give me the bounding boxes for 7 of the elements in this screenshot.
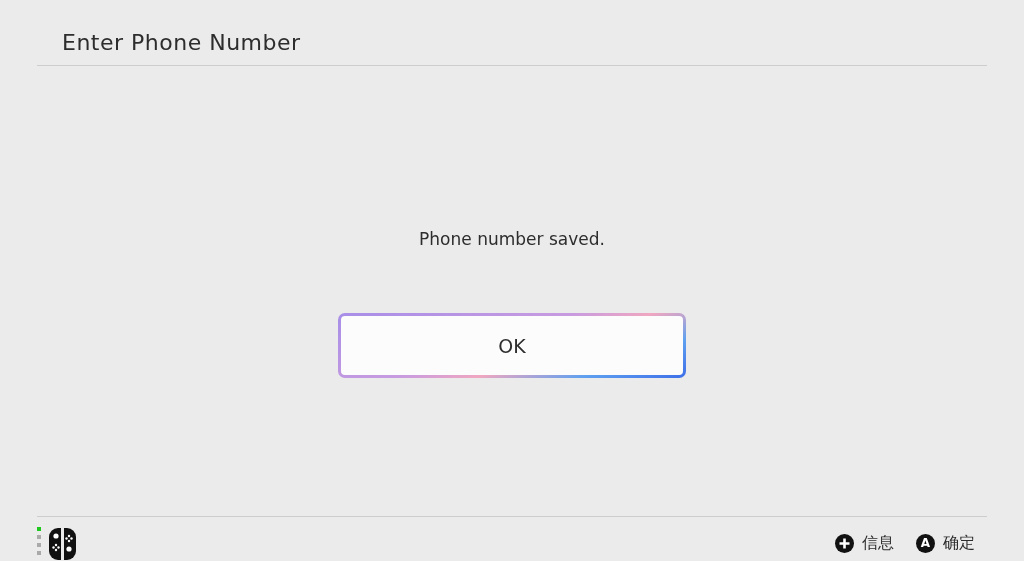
message-text: Phone number saved. — [419, 229, 605, 249]
plus-icon — [835, 533, 854, 553]
screen-title: Enter Phone Number — [62, 30, 301, 55]
ok-button[interactable]: OK — [338, 313, 686, 378]
action-label[interactable]: 确定 — [943, 532, 975, 554]
action-label[interactable]: 信息 — [862, 532, 894, 554]
a-key-icon: A — [916, 533, 935, 553]
